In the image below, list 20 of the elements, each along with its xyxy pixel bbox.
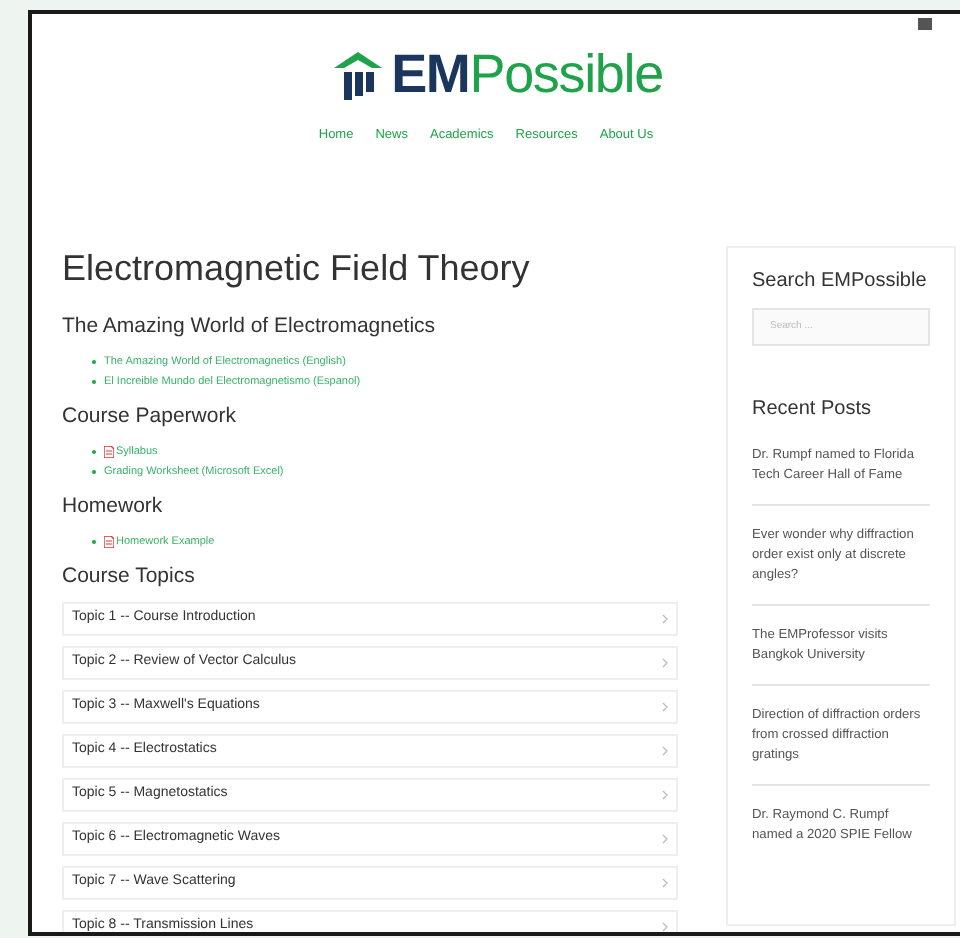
widget-title: Recent Posts <box>752 395 873 424</box>
widget-title: Search EMPossible <box>752 267 929 296</box>
section-heading: Course Paperwork <box>62 401 238 430</box>
section-heading: Course Topics <box>62 561 197 590</box>
pdf-icon <box>104 445 114 458</box>
admin-bar-icon[interactable] <box>918 18 932 30</box>
chevron-right-icon <box>662 877 668 888</box>
chevron-right-icon <box>662 613 668 624</box>
chevron-right-icon <box>662 789 668 800</box>
chevron-right-icon <box>662 701 668 712</box>
chevron-right-icon <box>662 745 668 756</box>
page-title: Electromagnetic Field Theory <box>62 245 532 290</box>
section-heading: The Amazing World of Electromagnetics <box>62 311 438 340</box>
chevron-right-icon <box>662 833 668 844</box>
section-heading: Homework <box>62 491 165 520</box>
chevron-right-icon <box>662 921 668 932</box>
logo-icon <box>329 47 386 103</box>
chevron-right-icon <box>662 657 668 668</box>
pdf-icon <box>104 535 114 548</box>
logo-text: EMPossible <box>391 48 663 102</box>
